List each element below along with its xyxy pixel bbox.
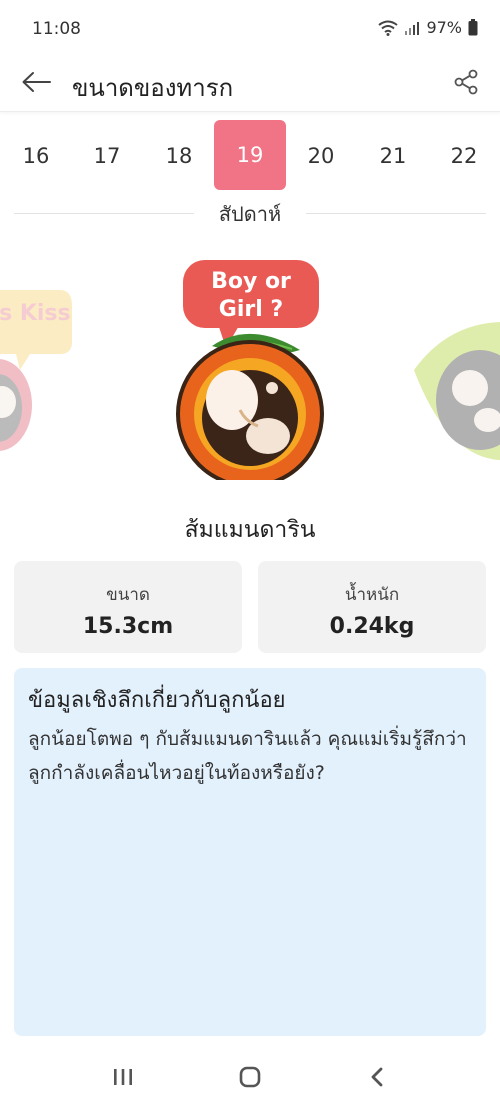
home-button[interactable] <box>220 1054 280 1104</box>
week-item-selected[interactable]: 19 <box>214 120 286 190</box>
bubble-line-1: Boy or <box>211 269 291 294</box>
share-button[interactable] <box>446 64 486 104</box>
insight-title: ข้อมูลเชิงลึกเกี่ยวกับลูกน้อย <box>28 688 286 713</box>
wifi-icon <box>378 20 399 36</box>
battery-text: 97% <box>426 18 462 37</box>
size-card: ขนาด 15.3cm <box>14 561 242 653</box>
home-icon <box>239 1066 261 1092</box>
back-button[interactable] <box>16 64 56 104</box>
week-selector: 16 17 18 19 20 21 22 <box>0 120 500 192</box>
battery-icon <box>468 19 478 36</box>
size-label: ขนาด <box>106 585 150 605</box>
week-item[interactable]: 17 <box>71 120 143 192</box>
insight-body: ลูกน้อยโตพอ ๆ กับส้มแมนดารินแล้ว คุณแม่เ… <box>28 728 467 784</box>
page-title: ขนาดของทารก <box>72 74 234 102</box>
week-item[interactable]: 16 <box>0 120 72 192</box>
bubble-line-2: Girl ? <box>219 297 283 322</box>
recents-icon <box>112 1067 134 1091</box>
status-bar: 11:08 97% <box>0 0 500 56</box>
week-item[interactable]: 22 <box>428 120 500 192</box>
fruit-illustrations: Kiss Kiss Boy or Girl ? <box>0 260 500 488</box>
weight-card: น้ำหนัก 0.24kg <box>258 561 486 653</box>
previous-fruit-image: Kiss Kiss <box>0 290 72 451</box>
nav-back-button[interactable] <box>347 1054 407 1104</box>
signal-icon <box>404 21 420 35</box>
previous-fruit-bubble-text: Kiss Kiss <box>0 301 71 326</box>
weight-value: 0.24kg <box>329 614 415 639</box>
next-fruit-image <box>414 322 500 461</box>
recents-button[interactable] <box>93 1054 153 1104</box>
arrow-left-icon <box>21 71 51 97</box>
weight-label: น้ำหนัก <box>344 585 400 605</box>
week-item[interactable]: 18 <box>143 120 215 192</box>
status-icons: 97% <box>378 18 478 37</box>
week-caption: สัปดาห์ <box>0 198 500 230</box>
size-value: 15.3cm <box>82 614 174 639</box>
week-item[interactable]: 21 <box>357 120 429 192</box>
system-nav-bar <box>0 1046 500 1111</box>
app-bar: ขนาดของทารก <box>0 56 500 112</box>
fruit-name: ส้มแมนดาริน <box>184 517 316 543</box>
insight-card: ข้อมูลเชิงลึกเกี่ยวกับลูกน้อย ลูกน้อยโตพ… <box>14 668 486 1036</box>
status-time: 11:08 <box>32 19 81 39</box>
fruit-carousel[interactable]: Kiss Kiss Boy or Girl ? <box>0 250 500 488</box>
share-icon <box>453 69 479 99</box>
week-item[interactable]: 20 <box>285 120 357 192</box>
mandarin-image: Boy or Girl ? <box>176 260 324 488</box>
chevron-left-icon <box>369 1066 385 1092</box>
